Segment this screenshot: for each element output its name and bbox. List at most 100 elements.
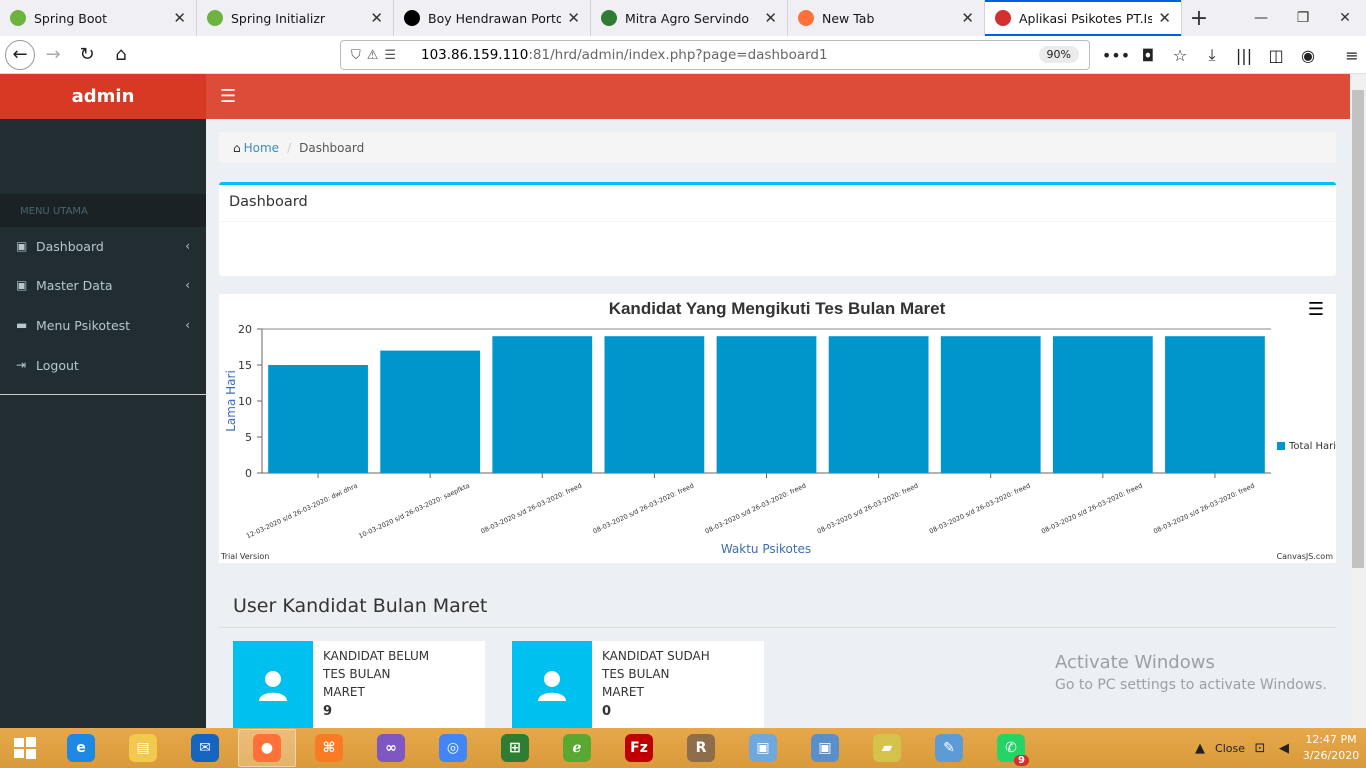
- browser-tab[interactable]: Spring Initializr ✕: [197, 0, 394, 36]
- forward-icon[interactable]: →: [37, 39, 69, 71]
- page-scrollbar[interactable]: [1350, 74, 1366, 728]
- browser-nav-bar: ← → ↻ ⌂ ⛉⚠☰ 103.86.159.110:81/hrd/admin/…: [0, 36, 1366, 74]
- close-window-icon[interactable]: ✕: [1324, 10, 1366, 26]
- taskbar-app[interactable]: Fz: [610, 729, 668, 767]
- download-icon[interactable]: ⤓: [1196, 45, 1228, 65]
- browser-tab[interactable]: Spring Boot ✕: [0, 0, 197, 36]
- taskbar-app[interactable]: ▰: [858, 729, 916, 767]
- restore-icon[interactable]: ❐: [1282, 10, 1324, 26]
- home-icon[interactable]: ⌂: [105, 39, 137, 71]
- reload-icon[interactable]: ↻: [71, 39, 103, 71]
- bar: [492, 336, 593, 473]
- taskbar-app[interactable]: ▣: [796, 729, 854, 767]
- sidebar-item-master-data[interactable]: ▣ Master Data ‹: [0, 266, 206, 304]
- x-tick-label: 08-03-2020 s/d 26-03-2020: freed: [928, 482, 1032, 536]
- new-tab-button[interactable]: +: [1182, 0, 1216, 36]
- xampp-icon: ⌘: [315, 734, 343, 762]
- back-icon[interactable]: ←: [5, 39, 35, 70]
- minimize-icon[interactable]: —: [1240, 10, 1282, 26]
- taskbar-app[interactable]: R: [672, 729, 730, 767]
- info-box-number: 0: [602, 704, 612, 719]
- clock[interactable]: 12:47 PM 3/26/2020: [1296, 732, 1366, 764]
- sidebar-item-menu-psikotest[interactable]: ▬ Menu Psikotest ‹: [0, 306, 206, 344]
- close-tab-icon[interactable]: ✕: [567, 9, 580, 27]
- network-icon[interactable]: ⊡: [1248, 741, 1272, 756]
- pocket-icon[interactable]: ◘: [1132, 46, 1164, 65]
- start-button[interactable]: [0, 728, 50, 768]
- sticky-notes-icon: ▰: [873, 734, 901, 762]
- bh-logo-icon: [404, 10, 420, 26]
- whatsapp-icon: ✆ 9: [997, 734, 1029, 766]
- breadcrumb: ⌂ Home / Dashboard: [219, 132, 1336, 163]
- breadcrumb-home-link[interactable]: Home: [244, 141, 279, 155]
- section-title: User Kandidat Bulan Maret: [233, 595, 488, 617]
- taskbar-app[interactable]: ✆ 9: [982, 729, 1040, 767]
- zoom-badge[interactable]: 90%: [1038, 46, 1079, 63]
- taskbar-app[interactable]: ⌘: [300, 729, 358, 767]
- sidebar-item-logout[interactable]: ⇥ Logout: [0, 346, 206, 384]
- tray-close-label[interactable]: Close: [1212, 742, 1248, 755]
- windows-logo-icon: [14, 737, 36, 759]
- box-title: Dashboard: [219, 185, 1336, 222]
- sidebar-item-label: Dashboard: [36, 238, 104, 254]
- site-info-icon[interactable]: ⛉⚠☰: [351, 48, 421, 63]
- info-box-label: KANDIDAT BELUM TES BULAN MARET: [323, 649, 430, 699]
- sidebar-item-label: Menu Psikotest: [36, 317, 131, 333]
- close-tab-icon[interactable]: ✕: [764, 9, 777, 27]
- bookmark-star-icon[interactable]: ☆: [1164, 46, 1196, 65]
- thunderbird-icon: ✉: [191, 734, 219, 762]
- taskbar-app[interactable]: ✎: [920, 729, 978, 767]
- close-tab-icon[interactable]: ✕: [173, 9, 186, 27]
- sidebar-toggle-icon[interactable]: ◫: [1260, 46, 1292, 65]
- scrollbar-thumb[interactable]: [1352, 90, 1364, 568]
- windows-taskbar: e ▤ ✉ ● ⌘ ∞ ◎ ⊞ ℯ Fz R ▣ ▣ ▰ ✎ ✆ 9 ▲ Close ⊡ ◀ 12:47 PM …: [0, 728, 1366, 768]
- taskbar-app[interactable]: ∞: [362, 729, 420, 767]
- visual-studio-icon: ∞: [377, 734, 405, 762]
- brand-logo[interactable]: admin: [0, 74, 206, 119]
- info-box-sudah-tes: KANDIDAT SUDAH TES BULAN MARET 0: [512, 641, 764, 728]
- sidebar-item-dashboard[interactable]: ▣ Dashboard ‹: [0, 227, 206, 265]
- tray-up-arrow-icon[interactable]: ▲: [1188, 741, 1212, 756]
- taskbar-app[interactable]: ⊞: [486, 729, 544, 767]
- app-logo-icon: [995, 10, 1011, 26]
- store-icon: ⊞: [501, 734, 529, 762]
- close-tab-icon[interactable]: ✕: [1158, 9, 1171, 27]
- library-icon[interactable]: |||: [1228, 46, 1260, 65]
- taskbar-app[interactable]: ℯ: [548, 729, 606, 767]
- browser-tab[interactable]: Boy Hendrawan Portofolio ✕: [394, 0, 591, 36]
- y-tick-label: 10: [238, 395, 252, 408]
- browser-tab[interactable]: New Tab ✕: [788, 0, 985, 36]
- y-tick-label: 20: [238, 323, 252, 336]
- sidebar-toggle-hamburger-icon[interactable]: ☰: [220, 86, 236, 107]
- volume-icon[interactable]: ◀: [1272, 741, 1296, 756]
- taskbar-app[interactable]: ▣: [734, 729, 792, 767]
- taskbar-app[interactable]: ●: [238, 729, 296, 767]
- laptop-icon: ▬: [16, 318, 28, 332]
- account-icon[interactable]: ◉: [1292, 46, 1324, 65]
- chart-menu-icon[interactable]: ☰: [1308, 299, 1324, 320]
- info-box-belum-tes: KANDIDAT BELUM TES BULAN MARET 9: [233, 641, 485, 728]
- bar: [268, 365, 368, 473]
- taskbar-app[interactable]: ◎: [424, 729, 482, 767]
- menu-icon[interactable]: ≡: [1336, 46, 1366, 65]
- sidebar-item-label: Master Data: [36, 277, 113, 293]
- dashboard-icon: ▣: [16, 239, 28, 253]
- taskbar-app[interactable]: ✉: [176, 729, 234, 767]
- x-tick-label: 08-03-2020 s/d 26-03-2020: freed: [592, 482, 696, 536]
- database-icon: ▣: [16, 278, 28, 292]
- address-bar[interactable]: ⛉⚠☰ 103.86.159.110:81/hrd/admin/index.ph…: [340, 40, 1090, 70]
- taskbar-app[interactable]: ▤: [114, 729, 172, 767]
- browser-tab[interactable]: Mitra Agro Servindo ✕: [591, 0, 788, 36]
- spring-leaf-icon: [207, 10, 223, 26]
- close-tab-icon[interactable]: ✕: [370, 9, 383, 27]
- file-explorer-icon: ▤: [129, 734, 157, 762]
- browser-tab[interactable]: Aplikasi Psikotes PT.Island ✕: [985, 0, 1182, 36]
- spring-leaf-icon: [10, 10, 26, 26]
- close-tab-icon[interactable]: ✕: [961, 9, 974, 27]
- x-axis-label: Waktu Psikotes: [721, 542, 811, 556]
- taskbar-app[interactable]: e: [52, 729, 110, 767]
- menu-header: MENU UTAMA: [0, 194, 206, 227]
- breadcrumb-separator: /: [287, 140, 292, 155]
- more-icon[interactable]: •••: [1100, 46, 1132, 65]
- y-tick-label: 5: [245, 431, 252, 444]
